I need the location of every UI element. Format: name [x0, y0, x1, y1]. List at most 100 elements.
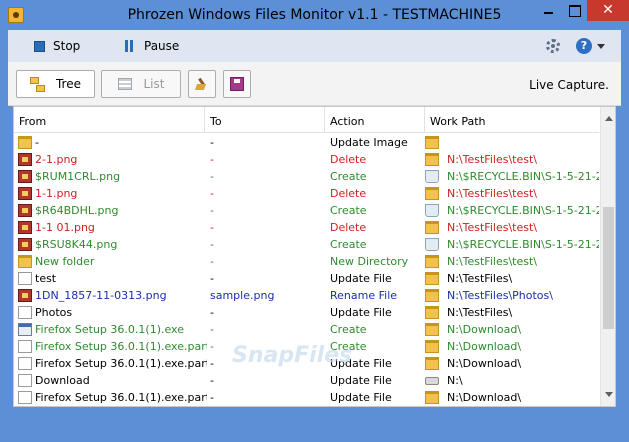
cell-from: test [35, 272, 57, 285]
help-icon[interactable]: ? [576, 38, 592, 54]
view-toolbar: Tree List Live Capture. [8, 62, 621, 106]
table-row[interactable]: Firefox Setup 36.0.1(1).exe.part-Update … [14, 355, 599, 372]
table-row[interactable]: Firefox Setup 36.0.1(1).exe - Create N:\Dow… [14, 321, 599, 338]
status-bar [8, 411, 621, 434]
table-row[interactable]: $R64BDHL.png - Create N:\$RECYCLE.BIN\S-1-5… [14, 202, 599, 219]
cell-action: Delete [330, 153, 367, 166]
folder-icon [18, 255, 32, 268]
clear-button[interactable] [188, 70, 216, 98]
table-row[interactable]: Download - Update File N:\ [14, 372, 599, 389]
cell-to: - [210, 357, 214, 370]
cell-action: Create [330, 204, 367, 217]
cell-work-path: N:\TestFiles\ [447, 306, 513, 319]
cell-action: Update File [330, 357, 392, 370]
gear-icon[interactable] [546, 39, 560, 53]
scrollbar-thumb[interactable] [603, 207, 614, 329]
drive-icon [425, 377, 439, 385]
cell-work-path: N:\TestFiles\Photos\ [447, 289, 553, 302]
folder-icon [425, 306, 439, 319]
list-label: List [143, 77, 165, 91]
table-row[interactable]: Photos - Update File N:\TestFiles\ [14, 304, 599, 321]
cell-from: Firefox Setup 36.0.1(1).exe.part [35, 340, 207, 353]
vertical-scrollbar[interactable] [600, 107, 615, 406]
png-icon [18, 221, 32, 234]
tree-label: Tree [55, 77, 81, 91]
app-window: Phrozen Windows Files Monitor v1.1 - TES… [0, 0, 629, 442]
table-row[interactable]: Firefox Setup 36.0.1(1).exe.part-Update … [14, 389, 599, 406]
close-button[interactable]: ✕ [587, 0, 629, 21]
png-icon [18, 204, 32, 217]
table-row[interactable]: test - Update File N:\TestFiles\ [14, 270, 599, 287]
column-header-to[interactable]: To [205, 107, 325, 133]
cell-work-path: N:\TestFiles\test\ [447, 187, 537, 200]
cell-work-path: N:\Download\ [447, 340, 522, 353]
pause-icon [124, 40, 135, 52]
cell-from: 2-1.png [35, 153, 78, 166]
cell-to: - [210, 170, 214, 183]
table-row[interactable]: Firefox Setup 36.0.1(1).exe.part - Create N… [14, 338, 599, 355]
cell-from: 1-1 01.png [35, 221, 95, 234]
table-row[interactable]: Firefox Setup 36.0.1(1).exe.part-Update … [14, 406, 599, 407]
pause-button[interactable]: Pause [124, 38, 179, 54]
exe-icon [18, 323, 32, 336]
capture-status: Live Capture. [529, 78, 609, 92]
cell-to: - [210, 255, 214, 268]
tree-view-button[interactable]: Tree [16, 70, 95, 98]
recycle-bin-icon [425, 170, 439, 183]
folder-icon [18, 136, 32, 149]
cell-action: Create [330, 170, 367, 183]
cell-from: 1DN_1857-11-0313.png [35, 289, 167, 302]
file-icon [18, 374, 32, 387]
column-header-work-path[interactable]: Work Path [425, 107, 599, 133]
table-row[interactable]: - - Update Image [14, 134, 599, 151]
folder-icon [425, 187, 439, 200]
table-row[interactable]: 1-1.png - Delete N:\TestFiles\test\ [14, 185, 599, 202]
cell-work-path: N:\TestFiles\test\ [447, 255, 537, 268]
list-view-button[interactable]: List [101, 70, 181, 98]
file-icon [18, 272, 32, 285]
folder-icon [425, 153, 439, 166]
cell-work-path: N:\Download\ [447, 406, 599, 407]
cell-action: Create [330, 323, 367, 336]
cell-from: Firefox Setup 36.0.1(1).exe.part [35, 406, 207, 407]
folder-icon [425, 221, 439, 234]
table-row[interactable]: $RSU8K44.png - Create N:\$RECYCLE.BIN\S-1-5… [14, 236, 599, 253]
table-row[interactable]: 1DN_1857-11-0313.png sample.png Rename Fil… [14, 287, 599, 304]
maximize-button[interactable] [561, 0, 587, 21]
folder-icon [425, 272, 439, 285]
table-row[interactable]: New folder - New Directory N:\TestFiles\tes… [14, 253, 599, 270]
title-bar[interactable]: Phrozen Windows Files Monitor v1.1 - TES… [0, 0, 629, 30]
grid-header: From To Action Work Path [14, 107, 599, 133]
cell-to: - [210, 406, 326, 407]
cell-from: 1-1.png [35, 187, 78, 200]
scroll-up-icon[interactable] [605, 116, 613, 121]
chevron-down-icon[interactable] [597, 44, 605, 49]
cell-from: Download [35, 374, 90, 387]
cell-work-path: N:\$RECYCLE.BIN\S-1-5-21-2446 [447, 238, 599, 251]
folder-icon [425, 357, 439, 370]
cell-from: Photos [35, 306, 73, 319]
pause-label: Pause [144, 39, 180, 53]
scroll-down-icon[interactable] [605, 392, 613, 397]
cell-work-path: N:\TestFiles\test\ [447, 153, 537, 166]
png-icon [18, 238, 32, 251]
stop-button[interactable]: Stop [34, 38, 80, 54]
table-row[interactable]: 2-1.png - Delete N:\TestFiles\test\ [14, 151, 599, 168]
folder-icon [425, 391, 439, 404]
minimize-button[interactable] [535, 0, 561, 21]
column-header-from[interactable]: From [14, 107, 205, 133]
png-icon [18, 187, 32, 200]
cell-to: - [210, 187, 214, 200]
cell-to: - [210, 136, 214, 149]
list-icon [117, 78, 132, 90]
save-button[interactable] [223, 70, 251, 98]
stop-label: Stop [53, 39, 81, 53]
cell-action: Update Image [330, 136, 408, 149]
table-row[interactable]: 1-1 01.png - Delete N:\TestFiles\test\ [14, 219, 599, 236]
table-row[interactable]: $RUM1CRL.png - Create N:\$RECYCLE.BIN\S-1-5… [14, 168, 599, 185]
column-header-action[interactable]: Action [325, 107, 425, 133]
cell-action: Update File [330, 272, 392, 285]
cell-action: Rename File [330, 289, 398, 302]
cell-from: New folder [35, 255, 95, 268]
cell-to: sample.png [210, 289, 275, 302]
